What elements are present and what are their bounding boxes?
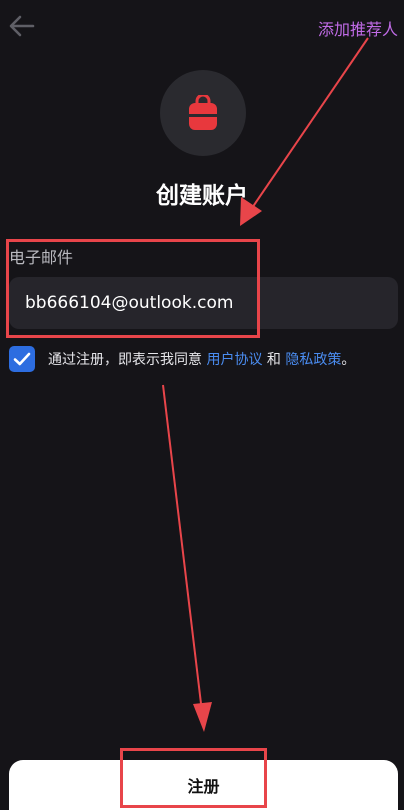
terms-conjunction: 和: [262, 352, 286, 368]
back-button[interactable]: [6, 10, 38, 42]
terms-checkbox[interactable]: [9, 346, 35, 372]
user-agreement-link[interactable]: 用户协议: [206, 352, 262, 368]
email-label: 电子邮件: [9, 248, 74, 267]
terms-suffix: 。: [341, 352, 356, 368]
arrow-left-icon: [9, 15, 35, 37]
terms-prefix: 通过注册，即表示我同意: [48, 352, 207, 368]
email-input[interactable]: [9, 277, 398, 329]
avatar: [160, 70, 246, 156]
check-icon: [13, 352, 31, 366]
annotation-arrow-bottom: [162, 384, 212, 732]
add-referrer-link[interactable]: 添加推荐人: [318, 16, 398, 40]
page-title: 创建账户: [156, 183, 248, 209]
register-button[interactable]: 注册: [9, 760, 398, 810]
backpack-icon: [189, 95, 217, 130]
terms-text: 通过注册，即表示我同意 用户协议 和 隐私政策。: [48, 349, 355, 369]
privacy-policy-link[interactable]: 隐私政策: [285, 352, 341, 368]
